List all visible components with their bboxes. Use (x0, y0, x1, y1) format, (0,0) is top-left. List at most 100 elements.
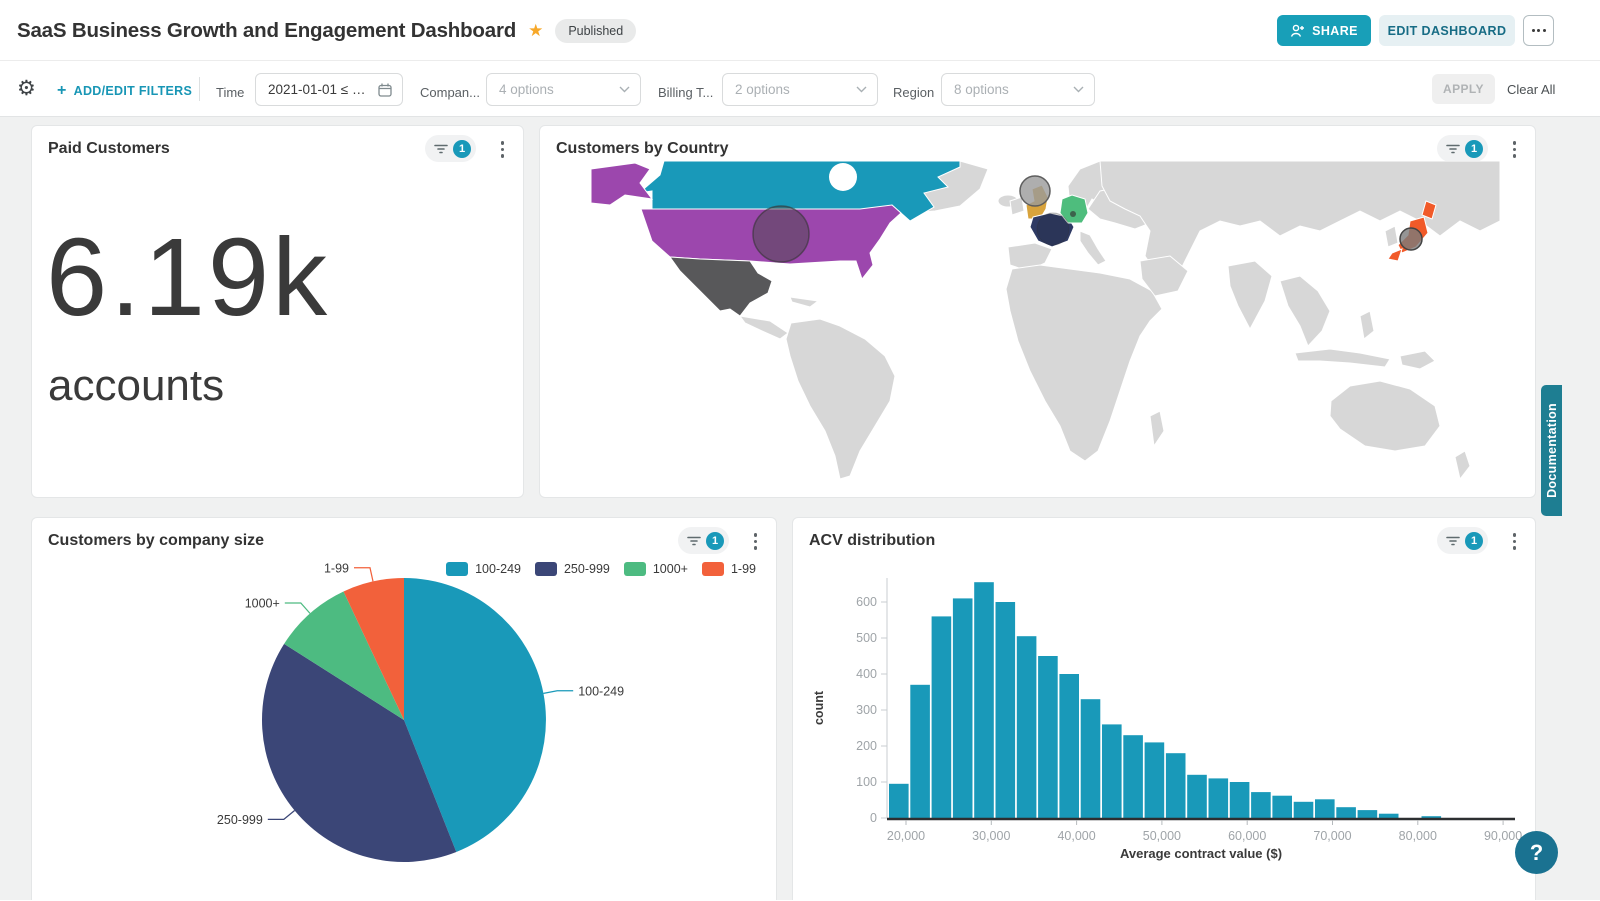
histogram-bar[interactable] (889, 784, 909, 818)
x-tick-label: 30,000 (972, 829, 1010, 843)
y-tick-label: 300 (856, 703, 877, 717)
histogram-bar[interactable] (910, 685, 930, 818)
x-tick-label: 90,000 (1484, 829, 1522, 843)
filter-settings-gear-icon[interactable]: ⚙ (17, 76, 36, 101)
widget-filter-chip[interactable]: 1 (1437, 135, 1488, 162)
map-australia (1330, 381, 1440, 451)
pie-callout-label: 250-999 (217, 813, 263, 827)
histogram-bar[interactable] (996, 602, 1016, 818)
map-japan[interactable] (1388, 249, 1402, 261)
histogram-bar[interactable] (1315, 799, 1335, 818)
pie-callout-line (285, 603, 310, 614)
map-bubble-france[interactable] (1037, 213, 1069, 245)
customers-by-country-card: Customers by Country 1 (539, 125, 1536, 498)
company-filter-select[interactable]: 4 options (486, 73, 641, 106)
add-edit-filters-button[interactable]: + ADD/EDIT FILTERS (57, 82, 192, 100)
time-filter-value: 2021-01-01 ≤ … (268, 82, 378, 97)
histogram-bar[interactable] (1059, 674, 1079, 818)
histogram-bar[interactable] (1379, 814, 1399, 818)
more-options-button[interactable] (1523, 15, 1554, 46)
documentation-tab[interactable]: Documentation (1541, 385, 1562, 516)
card-title: Customers by Country (556, 140, 728, 158)
map-bubble-united-states[interactable] (753, 206, 809, 262)
share-person-icon (1290, 24, 1305, 38)
map-africa (1006, 265, 1162, 461)
map-italy (1080, 231, 1106, 265)
histogram-bar[interactable] (1358, 810, 1378, 818)
help-button-label: ? (1530, 840, 1543, 866)
region-filter-label: Region (893, 85, 934, 100)
billing-filter-select[interactable]: 2 options (722, 73, 878, 106)
billing-filter-label: Billing T... (658, 85, 713, 100)
clear-all-button[interactable]: Clear All (1507, 82, 1555, 97)
histogram-bar[interactable] (1336, 807, 1356, 818)
kpi-unit: accounts (48, 361, 224, 411)
map-bubble-germany[interactable] (1070, 211, 1076, 217)
histogram-bar[interactable] (1102, 724, 1122, 818)
pie-callout-line (544, 691, 574, 694)
histogram-bar[interactable] (1251, 792, 1271, 818)
histogram-bar[interactable] (953, 598, 973, 818)
histogram-bar[interactable] (1081, 699, 1101, 818)
y-tick-label: 0 (870, 811, 877, 825)
page-title: SaaS Business Growth and Engagement Dash… (17, 19, 516, 43)
time-filter-label: Time (216, 85, 244, 100)
apply-button[interactable]: APPLY (1432, 74, 1495, 104)
map-alaska[interactable] (591, 163, 652, 205)
edit-dashboard-button[interactable]: EDIT DASHBOARD (1379, 15, 1515, 46)
help-button[interactable]: ? (1515, 831, 1558, 874)
region-filter-value: 8 options (954, 82, 1073, 97)
billing-filter-value: 2 options (735, 82, 856, 97)
pie-callout-label: 1-99 (324, 561, 349, 575)
map-new-guinea (1400, 351, 1435, 369)
histogram-bar[interactable] (932, 616, 952, 818)
histogram-bar[interactable] (1166, 753, 1186, 818)
histogram-bar[interactable] (1422, 816, 1442, 818)
y-tick-label: 200 (856, 739, 877, 753)
add-edit-filters-label: ADD/EDIT FILTERS (74, 84, 192, 98)
favorite-star-icon[interactable]: ★ (528, 21, 543, 41)
histogram-bar[interactable] (1209, 778, 1229, 818)
share-button[interactable]: SHARE (1277, 15, 1371, 46)
map-bubble-japan[interactable] (1400, 228, 1422, 250)
pie-callout-label: 1000+ (245, 597, 280, 611)
y-tick-label: 600 (856, 595, 877, 609)
x-tick-label: 60,000 (1228, 829, 1266, 843)
divider (199, 77, 200, 101)
widget-menu-kebab[interactable] (499, 139, 507, 160)
widget-menu-kebab[interactable] (1511, 139, 1519, 160)
map-bubble-united-kingdom[interactable] (1020, 176, 1050, 206)
histogram-bar[interactable] (1038, 656, 1058, 818)
y-axis-title: count (812, 690, 826, 725)
company-size-card: Customers by company size 1 100-249250-9… (31, 517, 777, 900)
histogram-bar[interactable] (1294, 802, 1314, 818)
histogram-bar[interactable] (1272, 796, 1292, 818)
documentation-tab-label: Documentation (1545, 403, 1559, 498)
y-tick-label: 400 (856, 667, 877, 681)
filter-bar: ⚙ + ADD/EDIT FILTERS Time 2021-01-01 ≤ …… (0, 61, 1600, 117)
status-badge: Published (555, 19, 636, 43)
widget-filter-chip[interactable]: 1 (425, 135, 476, 162)
histogram-bar[interactable] (1123, 735, 1143, 818)
filter-count-badge: 1 (453, 140, 471, 158)
acv-distribution-card: ACV distribution 1 010020030040050060020… (792, 517, 1536, 900)
x-tick-label: 80,000 (1399, 829, 1437, 843)
map-south-america (786, 319, 895, 479)
histogram-bar[interactable] (1230, 782, 1250, 818)
histogram-bar[interactable] (1187, 775, 1207, 818)
x-tick-label: 70,000 (1313, 829, 1351, 843)
histogram-chart: 010020030040050060020,00030,00040,00050,… (793, 518, 1537, 901)
region-filter-select[interactable]: 8 options (941, 73, 1095, 106)
histogram-bar[interactable] (1145, 742, 1165, 818)
time-filter-input[interactable]: 2021-01-01 ≤ … (255, 73, 403, 106)
histogram-bar[interactable] (1017, 636, 1037, 818)
map-mexico[interactable] (670, 257, 772, 316)
share-button-label: SHARE (1312, 24, 1358, 38)
company-filter-label: Compan... (420, 85, 480, 100)
histogram-bar[interactable] (974, 582, 994, 818)
calendar-icon (378, 83, 392, 97)
app-header: SaaS Business Growth and Engagement Dash… (0, 0, 1600, 61)
filter-count-badge: 1 (1465, 140, 1483, 158)
plus-icon: + (57, 82, 67, 100)
paid-customers-card: Paid Customers 1 6.19k accounts (31, 125, 524, 498)
